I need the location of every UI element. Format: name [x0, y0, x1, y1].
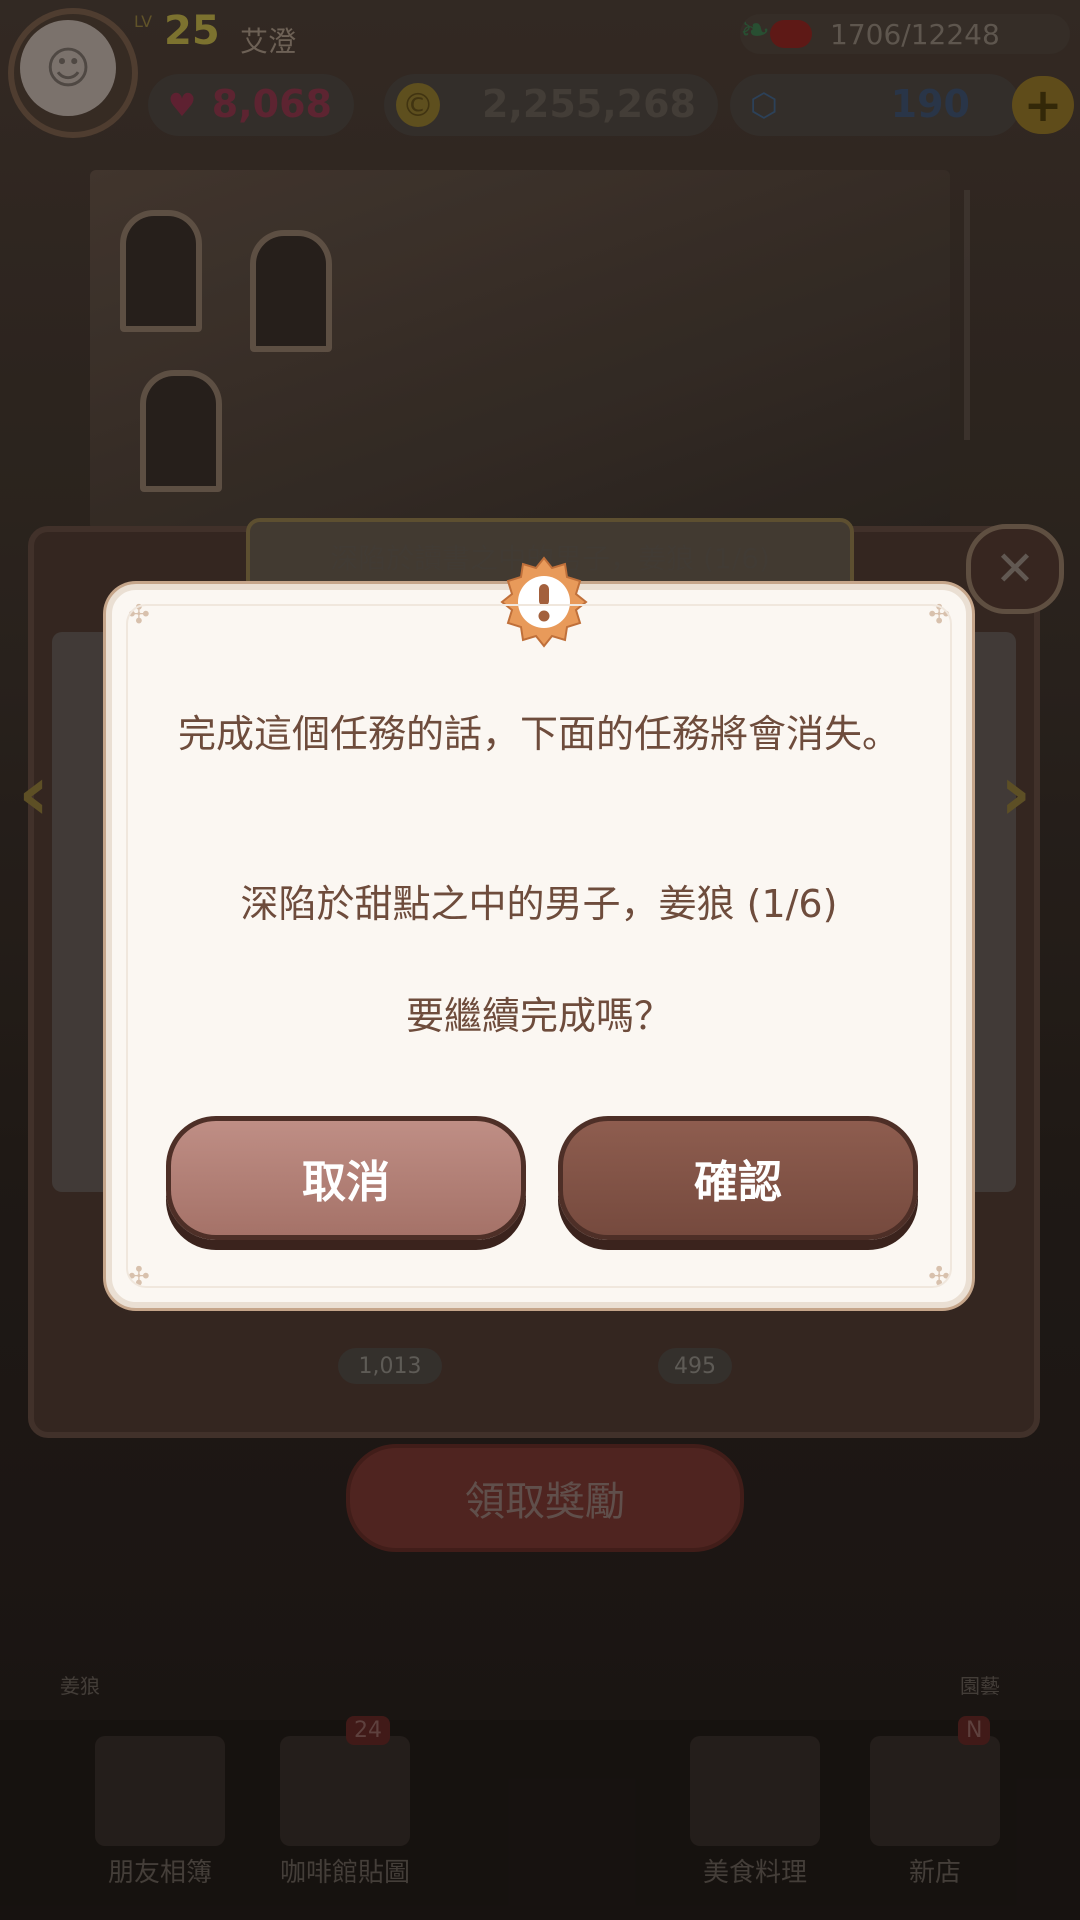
- cancel-button[interactable]: 取消: [166, 1116, 526, 1240]
- corner-ornament: ✣: [128, 600, 150, 630]
- dialog-quest-name: 深陷於甜點之中的男子，姜狼 (1/6): [240, 882, 838, 926]
- alert-icon: [500, 556, 588, 648]
- dialog-question: 要繼續完成嗎？: [405, 994, 672, 1038]
- dialog-message: 完成這個任務的話，下面的任務將會消失。: [177, 712, 900, 756]
- corner-ornament: ✣: [128, 1262, 150, 1292]
- corner-ornament: ✣: [928, 1262, 950, 1292]
- corner-ornament: ✣: [928, 600, 950, 630]
- confirm-button[interactable]: 確認: [558, 1116, 918, 1240]
- confirm-dialog: ✣ ✣ ✣ ✣ 完成這個任務的話，下面的任務將會消失。 深陷於甜點之中的男子，姜…: [106, 556, 972, 1308]
